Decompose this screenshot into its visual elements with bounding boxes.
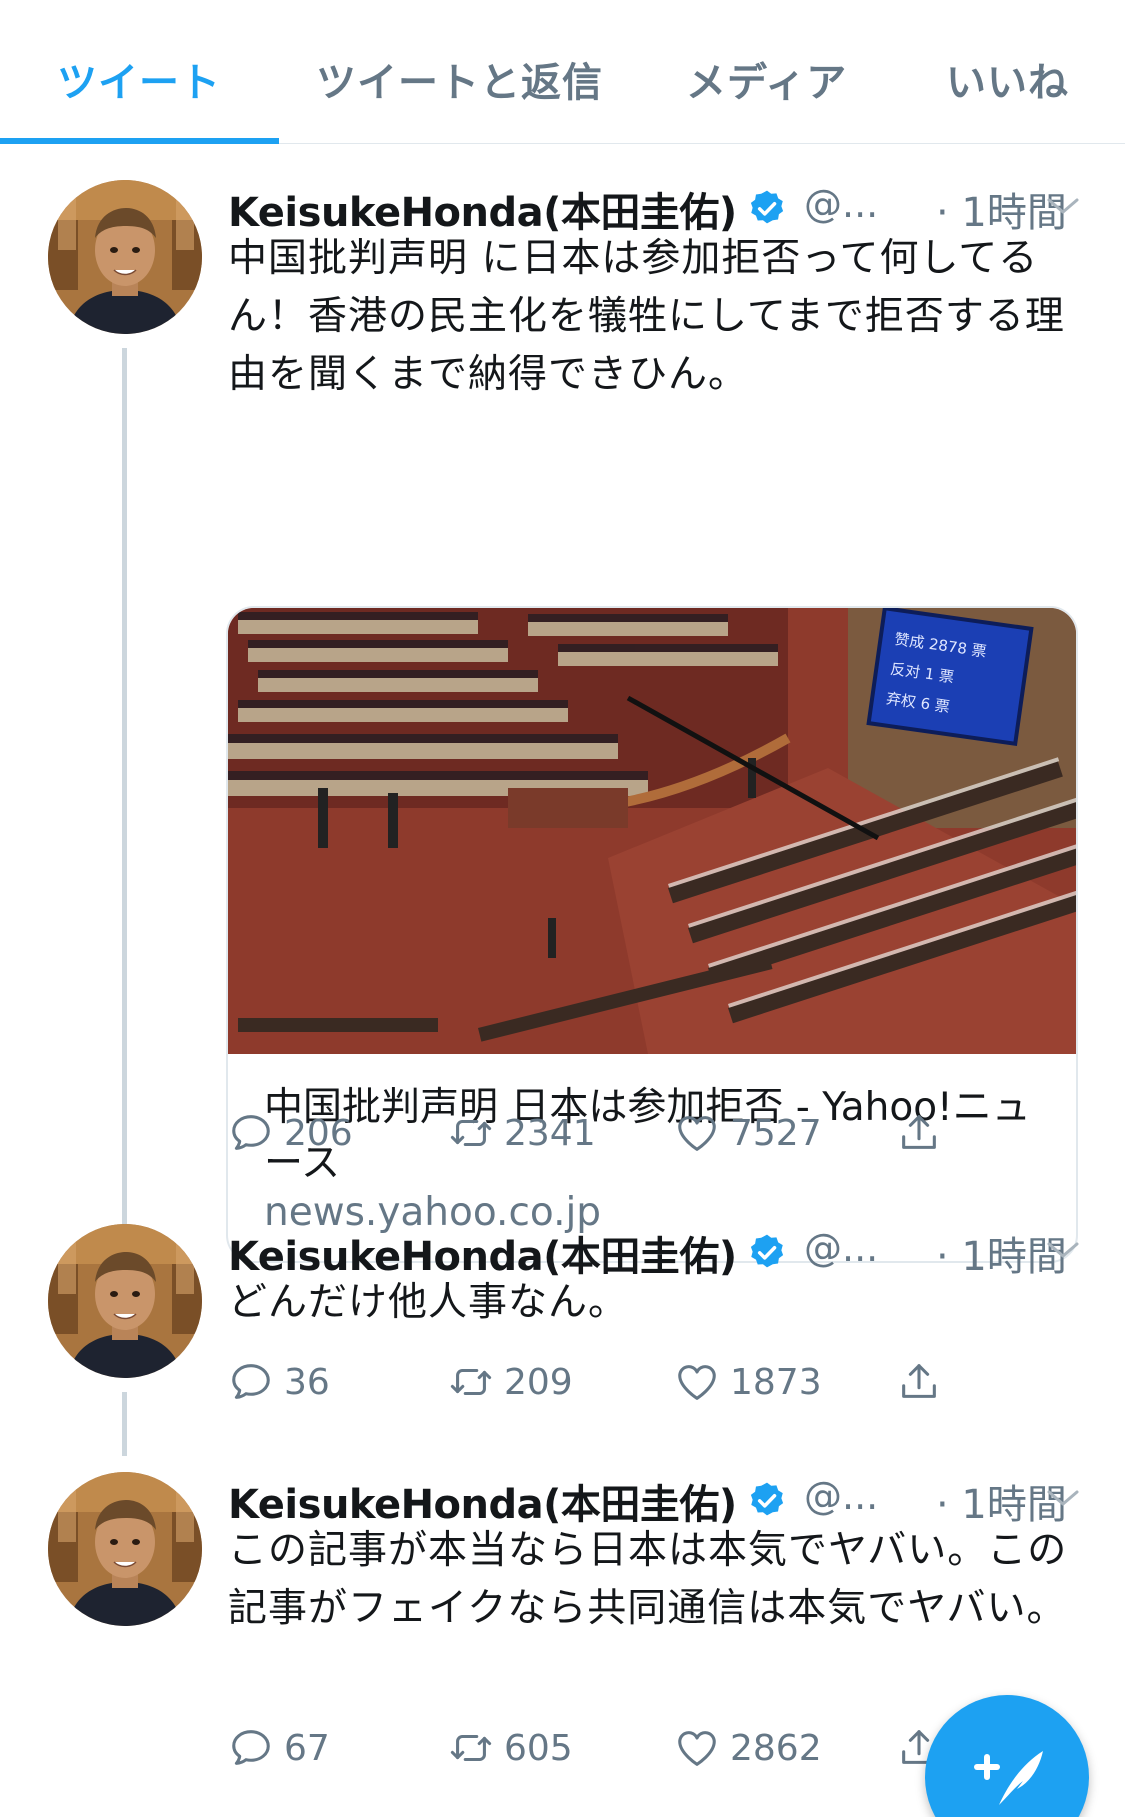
retweet-count: 2341 — [504, 1112, 596, 1154]
reply-icon — [228, 1110, 274, 1156]
avatar[interactable] — [48, 1472, 202, 1626]
tweet-actions: 206 2341 7527 — [228, 1103, 1008, 1163]
tweet-header: KeisukeHonda(本田圭佑) @... · 1時間 — [228, 1222, 1088, 1282]
active-tab-indicator — [0, 138, 279, 144]
tweet[interactable]: KeisukeHonda(本田圭佑) @... · 1時間 中国批判声明 に日本… — [0, 178, 1125, 1268]
avatar[interactable] — [48, 180, 202, 334]
reply-count: 67 — [284, 1727, 330, 1769]
retweet-button[interactable]: 209 — [448, 1352, 573, 1412]
tweet-text: どんだけ他人事なん。 — [228, 1280, 629, 1325]
tweet-actions: 36 209 1873 — [228, 1352, 1008, 1412]
author-handle[interactable]: @... — [804, 1474, 878, 1518]
tweet[interactable]: KeisukeHonda(本田圭佑) @... · 1時間 どんだけ他人事なん。… — [0, 1222, 1125, 1456]
tweet-header: KeisukeHonda(本田圭佑) @... · 1時間 — [228, 1470, 1088, 1530]
compose-tweet-icon — [974, 1751, 1043, 1805]
reply-count: 36 — [284, 1361, 330, 1403]
like-count: 7527 — [730, 1112, 822, 1154]
share-icon — [896, 1110, 942, 1156]
thread-line — [122, 1392, 127, 1456]
heart-icon — [674, 1725, 720, 1771]
reply-button[interactable]: 67 — [228, 1718, 330, 1778]
avatar[interactable] — [48, 1224, 202, 1378]
like-button[interactable]: 2862 — [674, 1718, 822, 1778]
retweet-icon — [448, 1725, 494, 1771]
like-count: 1873 — [730, 1361, 822, 1403]
like-button[interactable]: 7527 — [674, 1103, 822, 1163]
retweet-icon — [448, 1359, 494, 1405]
tab-media[interactable]: メディア — [686, 50, 847, 108]
tab-likes[interactable]: いいね — [946, 50, 1069, 108]
verified-badge-icon — [746, 1480, 788, 1522]
tweet-actions: 67 605 2862 — [228, 1718, 1008, 1778]
retweet-count: 605 — [504, 1727, 573, 1769]
heart-icon — [674, 1359, 720, 1405]
retweet-icon — [448, 1110, 494, 1156]
verified-badge-icon — [746, 188, 788, 230]
reply-count: 206 — [284, 1112, 353, 1154]
author-handle[interactable]: @... — [804, 182, 878, 226]
retweet-button[interactable]: 2341 — [448, 1103, 596, 1163]
profile-tabs: ツイート ツイートと返信 メディア いいね — [0, 0, 1125, 144]
share-button[interactable] — [896, 1103, 942, 1163]
chevron-down-icon[interactable] — [1043, 192, 1083, 220]
link-card[interactable]: 赞成 2878 票 反对 1 票 弃权 6 票 中国批判声明 日本は参加拒否 -… — [226, 606, 1078, 1263]
tweet-text: 中国批判声明 に日本は参加拒否って何してるん！香港の民主化を犠牲にしてまで拒否す… — [228, 236, 1065, 397]
reply-icon — [228, 1725, 274, 1771]
thread-line — [122, 348, 127, 1268]
card-image: 赞成 2878 票 反对 1 票 弃权 6 票 — [228, 608, 1076, 1054]
verified-badge-icon — [746, 1232, 788, 1274]
share-button[interactable] — [896, 1352, 942, 1412]
heart-icon — [674, 1110, 720, 1156]
chevron-down-icon[interactable] — [1043, 1236, 1083, 1264]
like-button[interactable]: 1873 — [674, 1352, 822, 1412]
reply-icon — [228, 1359, 274, 1405]
retweet-count: 209 — [504, 1361, 573, 1403]
reply-button[interactable]: 36 — [228, 1352, 330, 1412]
tweet-text: この記事が本当なら日本は本気でヤバい。この記事がフェイクなら共同通信は本気でヤバ… — [228, 1528, 1068, 1631]
tweet-header: KeisukeHonda(本田圭佑) @... · 1時間 — [228, 178, 1088, 238]
chevron-down-icon[interactable] — [1043, 1484, 1083, 1512]
reply-button[interactable]: 206 — [228, 1103, 353, 1163]
share-icon — [896, 1359, 942, 1405]
tab-tweets-and-replies[interactable]: ツイートと返信 — [316, 50, 603, 108]
retweet-button[interactable]: 605 — [448, 1718, 573, 1778]
author-handle[interactable]: @... — [804, 1226, 878, 1270]
like-count: 2862 — [730, 1727, 822, 1769]
tab-tweets[interactable]: ツイート — [57, 50, 221, 108]
